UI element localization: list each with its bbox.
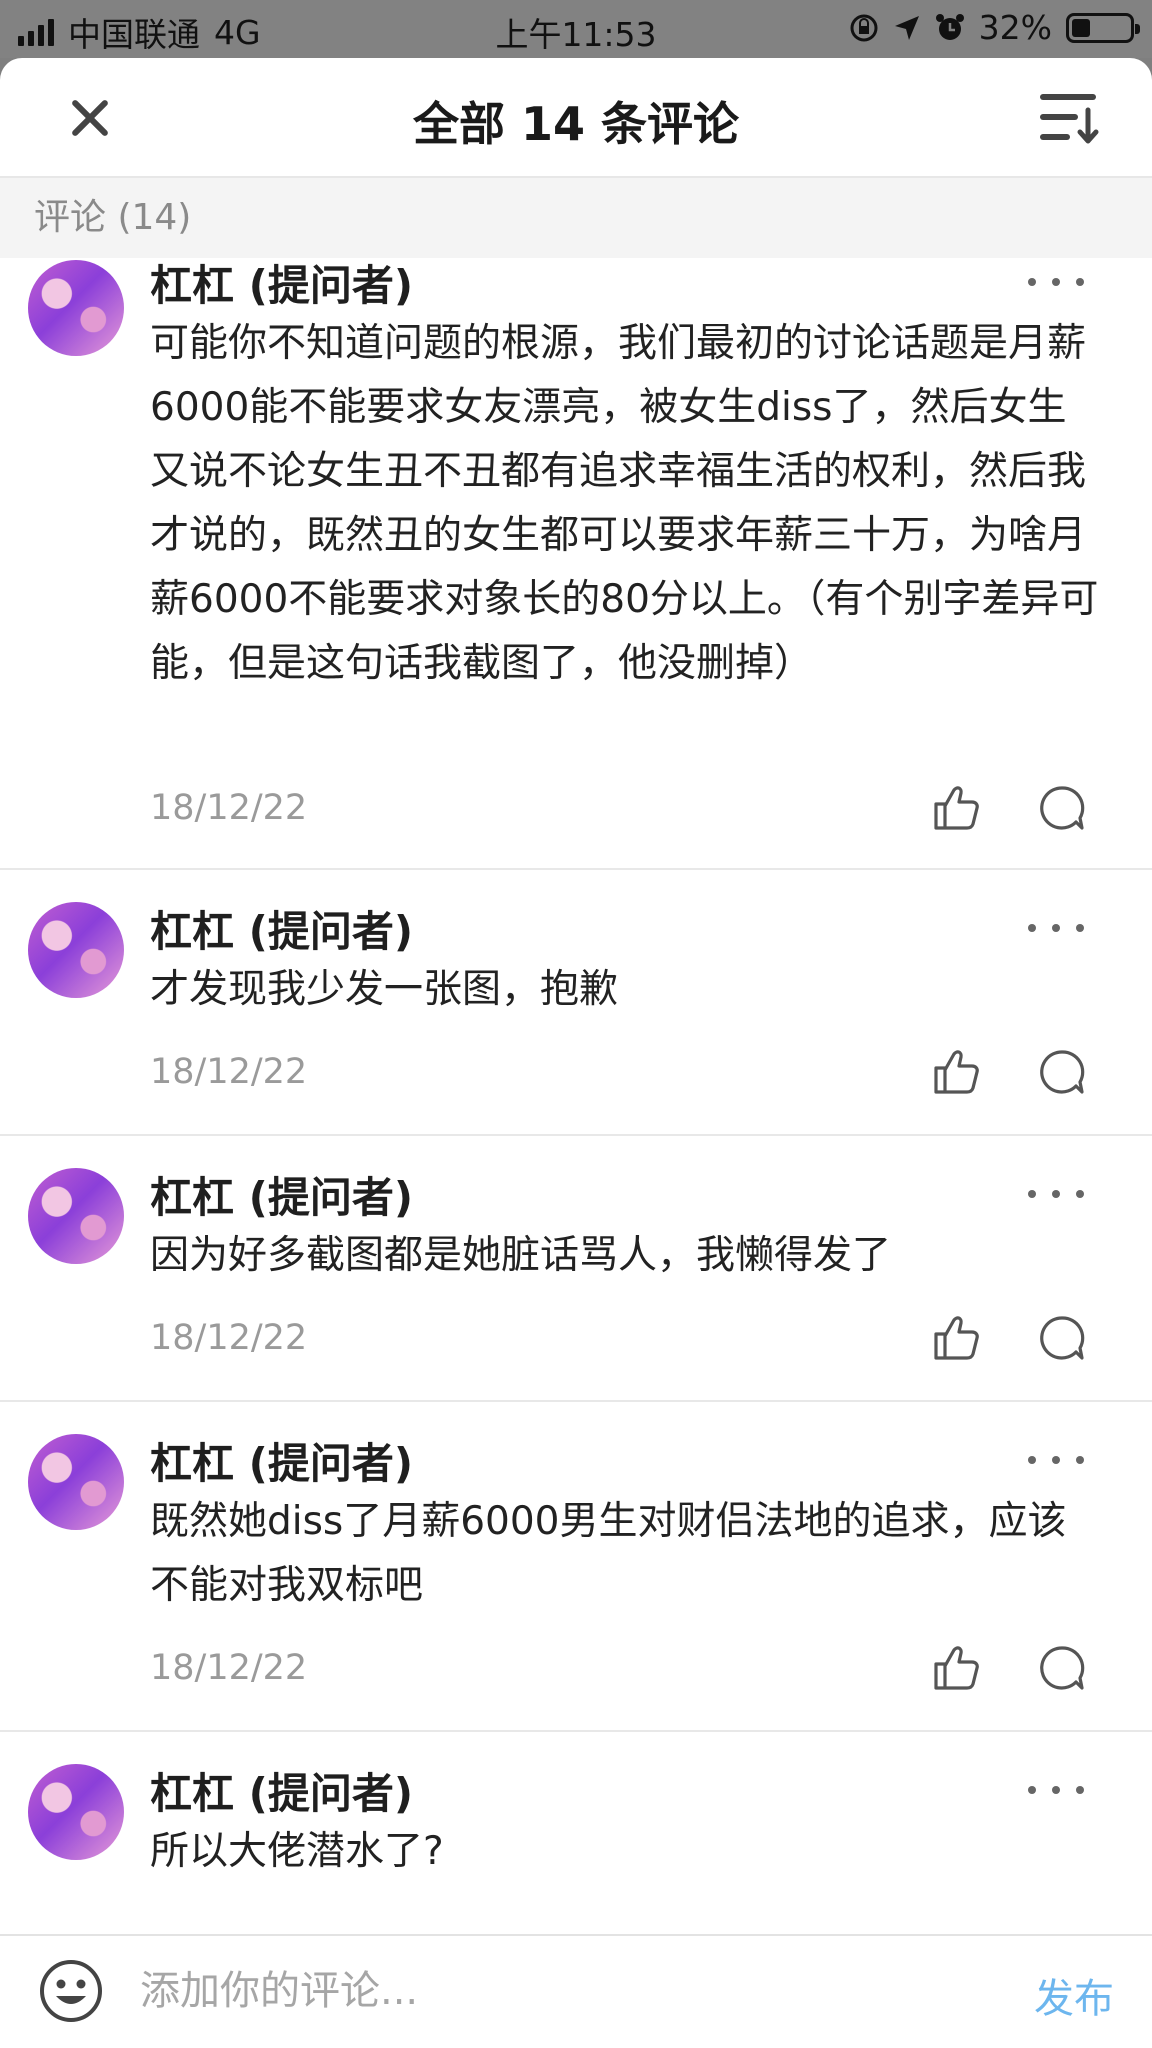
reply-icon[interactable] [1036,1642,1088,1694]
battery-percent: 32% [978,8,1052,47]
comment-date: 18/12/22 [150,1648,308,1688]
more-options-icon[interactable] [1028,1184,1084,1204]
thumbs-up-icon[interactable] [930,1312,982,1364]
rotation-lock-icon [850,14,878,41]
comment-date: 18/12/22 [150,1052,308,1092]
comment-item: 杠杠 (提问者) 因为好多截图都是她脏话骂人，我懒得发了 18/12/22 [0,1136,1152,1402]
battery-icon [1066,12,1140,43]
sheet-header: 全部 14 条评论 [0,58,1152,178]
comment-text: 因为好多截图都是她脏话骂人，我懒得发了 [150,1233,892,1278]
battery-level [1072,18,1090,37]
comment-item: 杠杠 (提问者) 所以大佬潜水了? [0,1732,1152,1932]
more-options-icon[interactable] [1028,918,1084,938]
more-options-icon[interactable] [1028,1780,1084,1800]
page-title: 全部 14 条评论 [412,97,740,151]
comment-input[interactable] [140,1954,990,2028]
section-label: 评论 (14) [0,178,1152,258]
comment-author[interactable]: 杠杠 (提问者) [150,1164,413,1225]
comment-text: 可能你不知道问题的根源，我们最初的讨论话题是月薪6000能不能要求女友漂亮，被女… [150,321,1099,686]
more-options-icon[interactable] [1028,272,1084,292]
comment-author[interactable]: 杠杠 (提问者) [150,252,413,313]
comment-text: 所以大佬潜水了? [150,1829,444,1874]
emoji-icon[interactable] [38,1958,104,2024]
comment-author[interactable]: 杠杠 (提问者) [150,1430,413,1491]
avatar[interactable] [28,902,124,998]
reply-icon[interactable] [1036,1046,1088,1098]
comment-item: 杠杠 (提问者) 既然她diss了月薪6000男生对财侣法地的追求，应该不能对我… [0,1402,1152,1732]
sort-icon[interactable] [1038,88,1100,146]
comment-text: 既然她diss了月薪6000男生对财侣法地的追求，应该不能对我双标吧 [150,1499,1067,1608]
location-icon [894,15,919,40]
comment-date: 18/12/22 [150,1318,308,1358]
publish-button[interactable]: 发布 [1034,1966,1114,2024]
thumbs-up-icon[interactable] [930,1046,982,1098]
comment-author[interactable]: 杠杠 (提问者) [150,898,413,959]
comment-input-bar: 发布 [0,1934,1152,2048]
avatar[interactable] [28,1168,124,1264]
status-right: 32% [849,8,1140,47]
comments-sheet: 全部 14 条评论 评论 (14) 杠杠 (提问者) 可能你不知道问题的根源，我… [0,58,1152,2048]
comment-text: 才发现我少发一张图，抱歉 [150,967,619,1012]
reply-icon[interactable] [1036,782,1088,834]
comment-item: 杠杠 (提问者) 可能你不知道问题的根源，我们最初的讨论话题是月薪6000能不能… [0,258,1152,870]
thumbs-up-icon[interactable] [930,1642,982,1694]
thumbs-up-icon[interactable] [930,782,982,834]
reply-icon[interactable] [1036,1312,1088,1364]
avatar[interactable] [28,1764,124,1860]
comment-author[interactable]: 杠杠 (提问者) [150,1760,413,1821]
alarm-icon [935,13,964,40]
avatar[interactable] [28,260,124,356]
status-bar: 中国联通 4G 上午11:53 32% [0,0,1152,58]
comment-item: 杠杠 (提问者) 才发现我少发一张图，抱歉 18/12/22 [0,870,1152,1136]
more-options-icon[interactable] [1028,1450,1084,1470]
avatar[interactable] [28,1434,124,1530]
comment-date: 18/12/22 [150,788,308,828]
